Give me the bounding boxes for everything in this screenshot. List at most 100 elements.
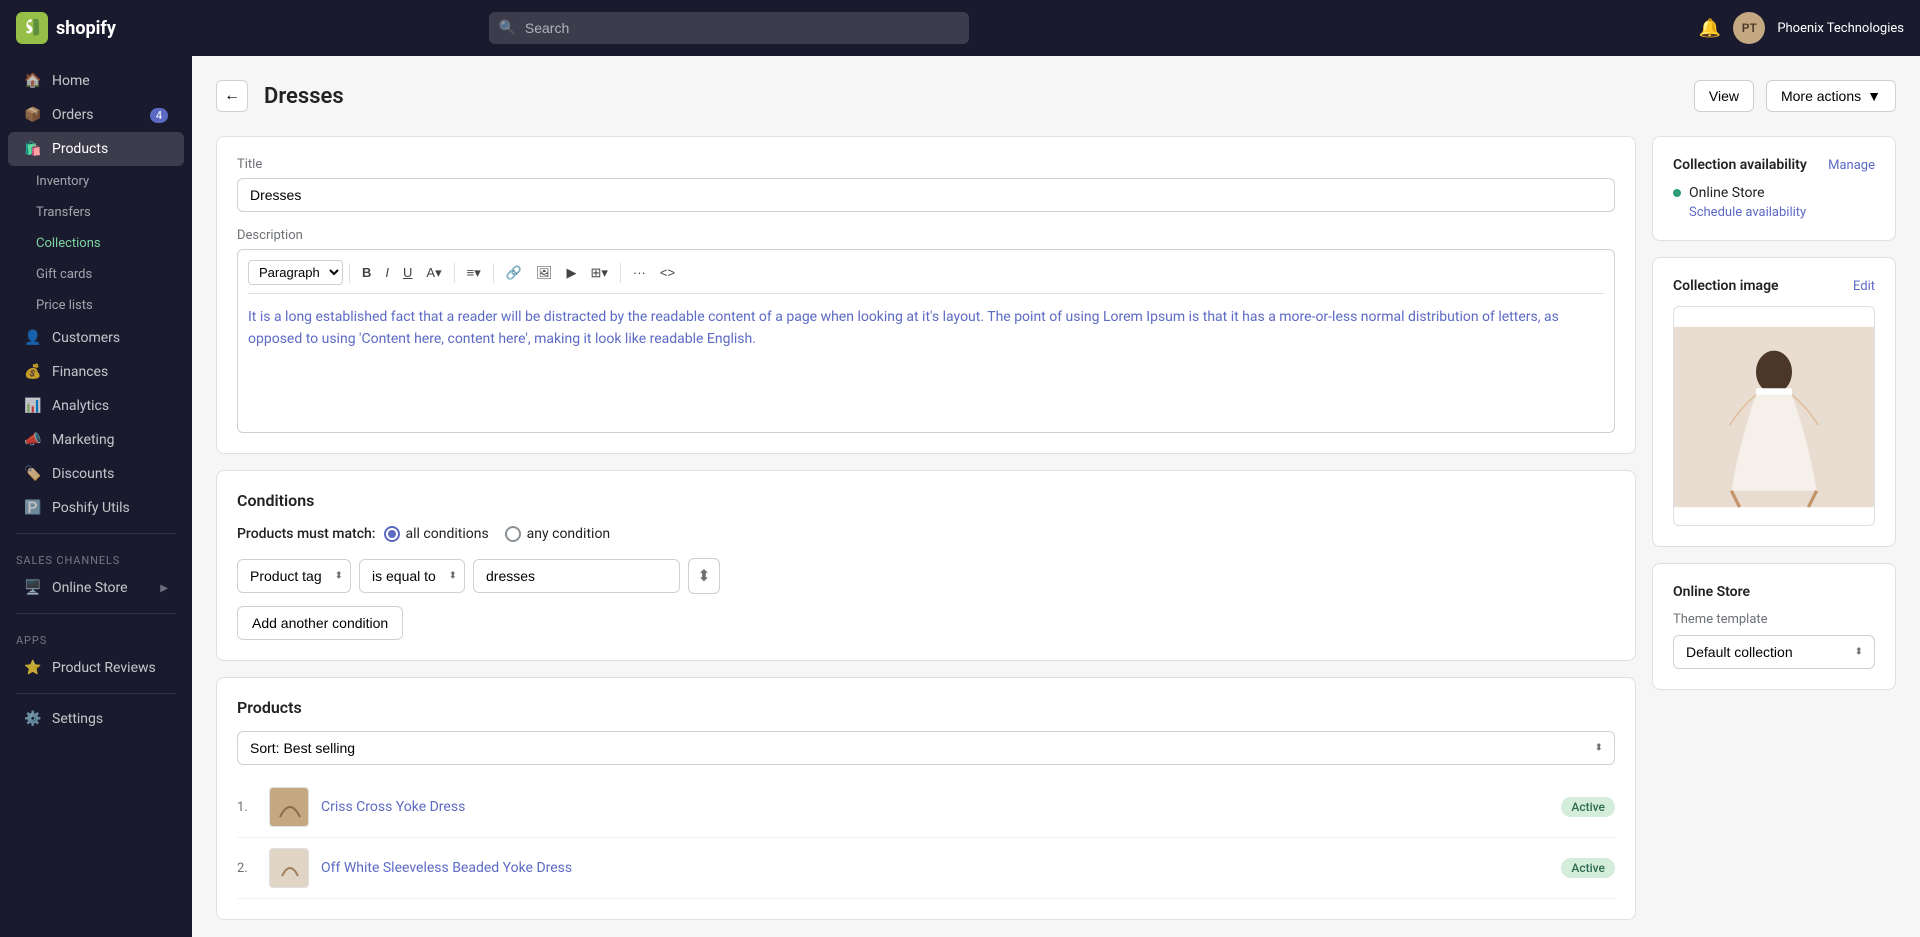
sort-select[interactable]: Sort: Best selling (237, 731, 1615, 765)
sidebar-item-gift-cards[interactable]: Gift cards (8, 259, 184, 290)
sidebar-item-products[interactable]: 🛍️ Products (8, 132, 184, 166)
sidebar-item-discounts[interactable]: 🏷️ Discounts (8, 457, 184, 491)
more-actions-button[interactable]: More actions ▼ (1766, 80, 1896, 112)
sidebar-item-label: Poshify Utils (52, 500, 130, 516)
source-button[interactable]: <> (654, 261, 681, 284)
schedule-availability-link[interactable]: Schedule availability (1689, 205, 1875, 220)
sidebar-item-online-store[interactable]: 🖥️ Online Store ▶ (8, 571, 184, 605)
product-thumb-image (270, 787, 308, 827)
title-input[interactable] (237, 178, 1615, 212)
image-header: Collection image Edit (1673, 278, 1875, 294)
online-store-availability: Online Store (1689, 185, 1765, 201)
description-content[interactable]: It is a long established fact that a rea… (248, 302, 1604, 422)
all-conditions-radio-circle (384, 526, 400, 542)
sidebar-item-analytics[interactable]: 📊 Analytics (8, 389, 184, 423)
sidebar-item-poshify[interactable]: 🅿️ Poshify Utils (8, 491, 184, 525)
sidebar-item-label: Discounts (52, 466, 114, 482)
store-name: Phoenix Technologies (1777, 21, 1904, 36)
condition-operator-select[interactable]: is equal to (359, 559, 465, 593)
product-thumb (269, 787, 309, 827)
home-icon: 🏠 (24, 72, 42, 90)
sidebar-divider (16, 533, 176, 534)
discounts-icon: 🏷️ (24, 465, 42, 483)
manage-button[interactable]: Manage (1828, 158, 1875, 173)
sidebar-divider-3 (16, 693, 176, 694)
sidebar-item-label: Product Reviews (52, 660, 156, 676)
view-button[interactable]: View (1694, 80, 1754, 112)
layout: 🏠 Home 📦 Orders 4 🛍️ Products Inventory … (0, 56, 1920, 937)
sidebar-item-orders[interactable]: 📦 Orders 4 (8, 98, 184, 132)
finances-icon: 💰 (24, 363, 42, 381)
conditions-title: Conditions (237, 491, 1615, 510)
search-bar[interactable]: 🔍 (489, 12, 969, 44)
more-button[interactable]: ··· (627, 261, 652, 284)
text-color-button[interactable]: A▾ (420, 261, 447, 285)
chevron-down-icon: ▼ (1867, 88, 1881, 104)
condition-delete-button[interactable]: ⬍ (688, 558, 720, 594)
availability-title: Collection availability (1673, 157, 1807, 173)
shopify-logo-icon (16, 12, 48, 44)
collection-image-card: Collection image Edit (1652, 257, 1896, 547)
page-header: ← Dresses View More actions ▼ (216, 80, 1896, 112)
theme-select-wrapper: Default collection (1673, 635, 1875, 669)
sidebar-item-label: Settings (52, 711, 103, 727)
sidebar-item-settings[interactable]: ⚙️ Settings (8, 702, 184, 736)
theme-template-label: Theme template (1673, 612, 1875, 627)
topbar: shopify 🔍 🔔 PT Phoenix Technologies (0, 0, 1920, 56)
sidebar-item-label: Marketing (52, 432, 115, 448)
products-card: Products Sort: Best selling 1. (216, 677, 1636, 920)
page-title: Dresses (264, 84, 344, 109)
product-name[interactable]: Criss Cross Yoke Dress (321, 799, 1549, 815)
description-editor: Paragraph B I U A▾ ≡▾ 🔗 (237, 249, 1615, 433)
all-conditions-radio[interactable]: all conditions (384, 526, 489, 542)
align-button[interactable]: ≡▾ (461, 261, 487, 285)
online-store-card: Online Store Theme template Default coll… (1652, 563, 1896, 690)
sidebar-item-product-reviews[interactable]: ⭐ Product Reviews (8, 651, 184, 685)
sidebar-divider-2 (16, 613, 176, 614)
condition-field-select[interactable]: Product tag (237, 559, 351, 593)
sidebar-item-label: Online Store (52, 580, 128, 596)
more-actions-label: More actions (1781, 88, 1861, 104)
sidebar-item-label: Home (52, 73, 90, 89)
collection-availability-card: Collection availability Manage Online St… (1652, 136, 1896, 241)
status-badge: Active (1561, 797, 1615, 817)
sidebar-item-label: Price lists (36, 298, 93, 313)
sidebar-item-transfers[interactable]: Transfers (8, 197, 184, 228)
all-conditions-label: all conditions (406, 526, 489, 542)
search-icon: 🔍 (499, 20, 516, 36)
edit-image-button[interactable]: Edit (1853, 279, 1875, 294)
table-button[interactable]: ⊞▾ (584, 261, 613, 285)
main-column: Title Description Paragraph B I (216, 136, 1636, 920)
theme-select[interactable]: Default collection (1673, 635, 1875, 669)
condition-value-input[interactable] (473, 559, 680, 593)
paragraph-select[interactable]: Paragraph (248, 260, 343, 285)
sidebar-item-inventory[interactable]: Inventory (8, 166, 184, 197)
sales-channels-label: Sales channels (0, 542, 192, 571)
video-button[interactable]: ▶ (560, 261, 582, 285)
bold-button[interactable]: B (356, 261, 377, 284)
sidebar-item-collections[interactable]: Collections (8, 228, 184, 259)
search-input[interactable] (489, 12, 969, 44)
product-name[interactable]: Off White Sleeveless Beaded Yoke Dress (321, 860, 1549, 876)
italic-button[interactable]: I (379, 261, 395, 284)
sidebar-item-label: Orders (52, 107, 94, 123)
bell-icon[interactable]: 🔔 (1699, 18, 1721, 39)
condition-row: Product tag is equal to ⬍ (237, 558, 1615, 594)
image-button[interactable]: 🖼 (530, 261, 559, 285)
poshify-icon: 🅿️ (24, 499, 42, 517)
condition-field-wrapper: Product tag (237, 559, 351, 593)
add-condition-button[interactable]: Add another condition (237, 606, 403, 640)
product-thumb-image (270, 848, 308, 888)
sidebar-item-customers[interactable]: 👤 Customers (8, 321, 184, 355)
radio-group: all conditions any condition (384, 526, 611, 542)
link-button[interactable]: 🔗 (500, 261, 528, 285)
sidebar-item-home[interactable]: 🏠 Home (8, 64, 184, 98)
back-button[interactable]: ← (216, 80, 248, 112)
any-condition-radio[interactable]: any condition (505, 526, 611, 542)
underline-button[interactable]: U (397, 261, 418, 284)
sidebar-item-price-lists[interactable]: Price lists (8, 290, 184, 321)
marketing-icon: 📣 (24, 431, 42, 449)
sidebar-item-finances[interactable]: 💰 Finances (8, 355, 184, 389)
sidebar-item-marketing[interactable]: 📣 Marketing (8, 423, 184, 457)
product-item: 2. Off White Sleeveless Beaded Yoke Dres… (237, 838, 1615, 899)
